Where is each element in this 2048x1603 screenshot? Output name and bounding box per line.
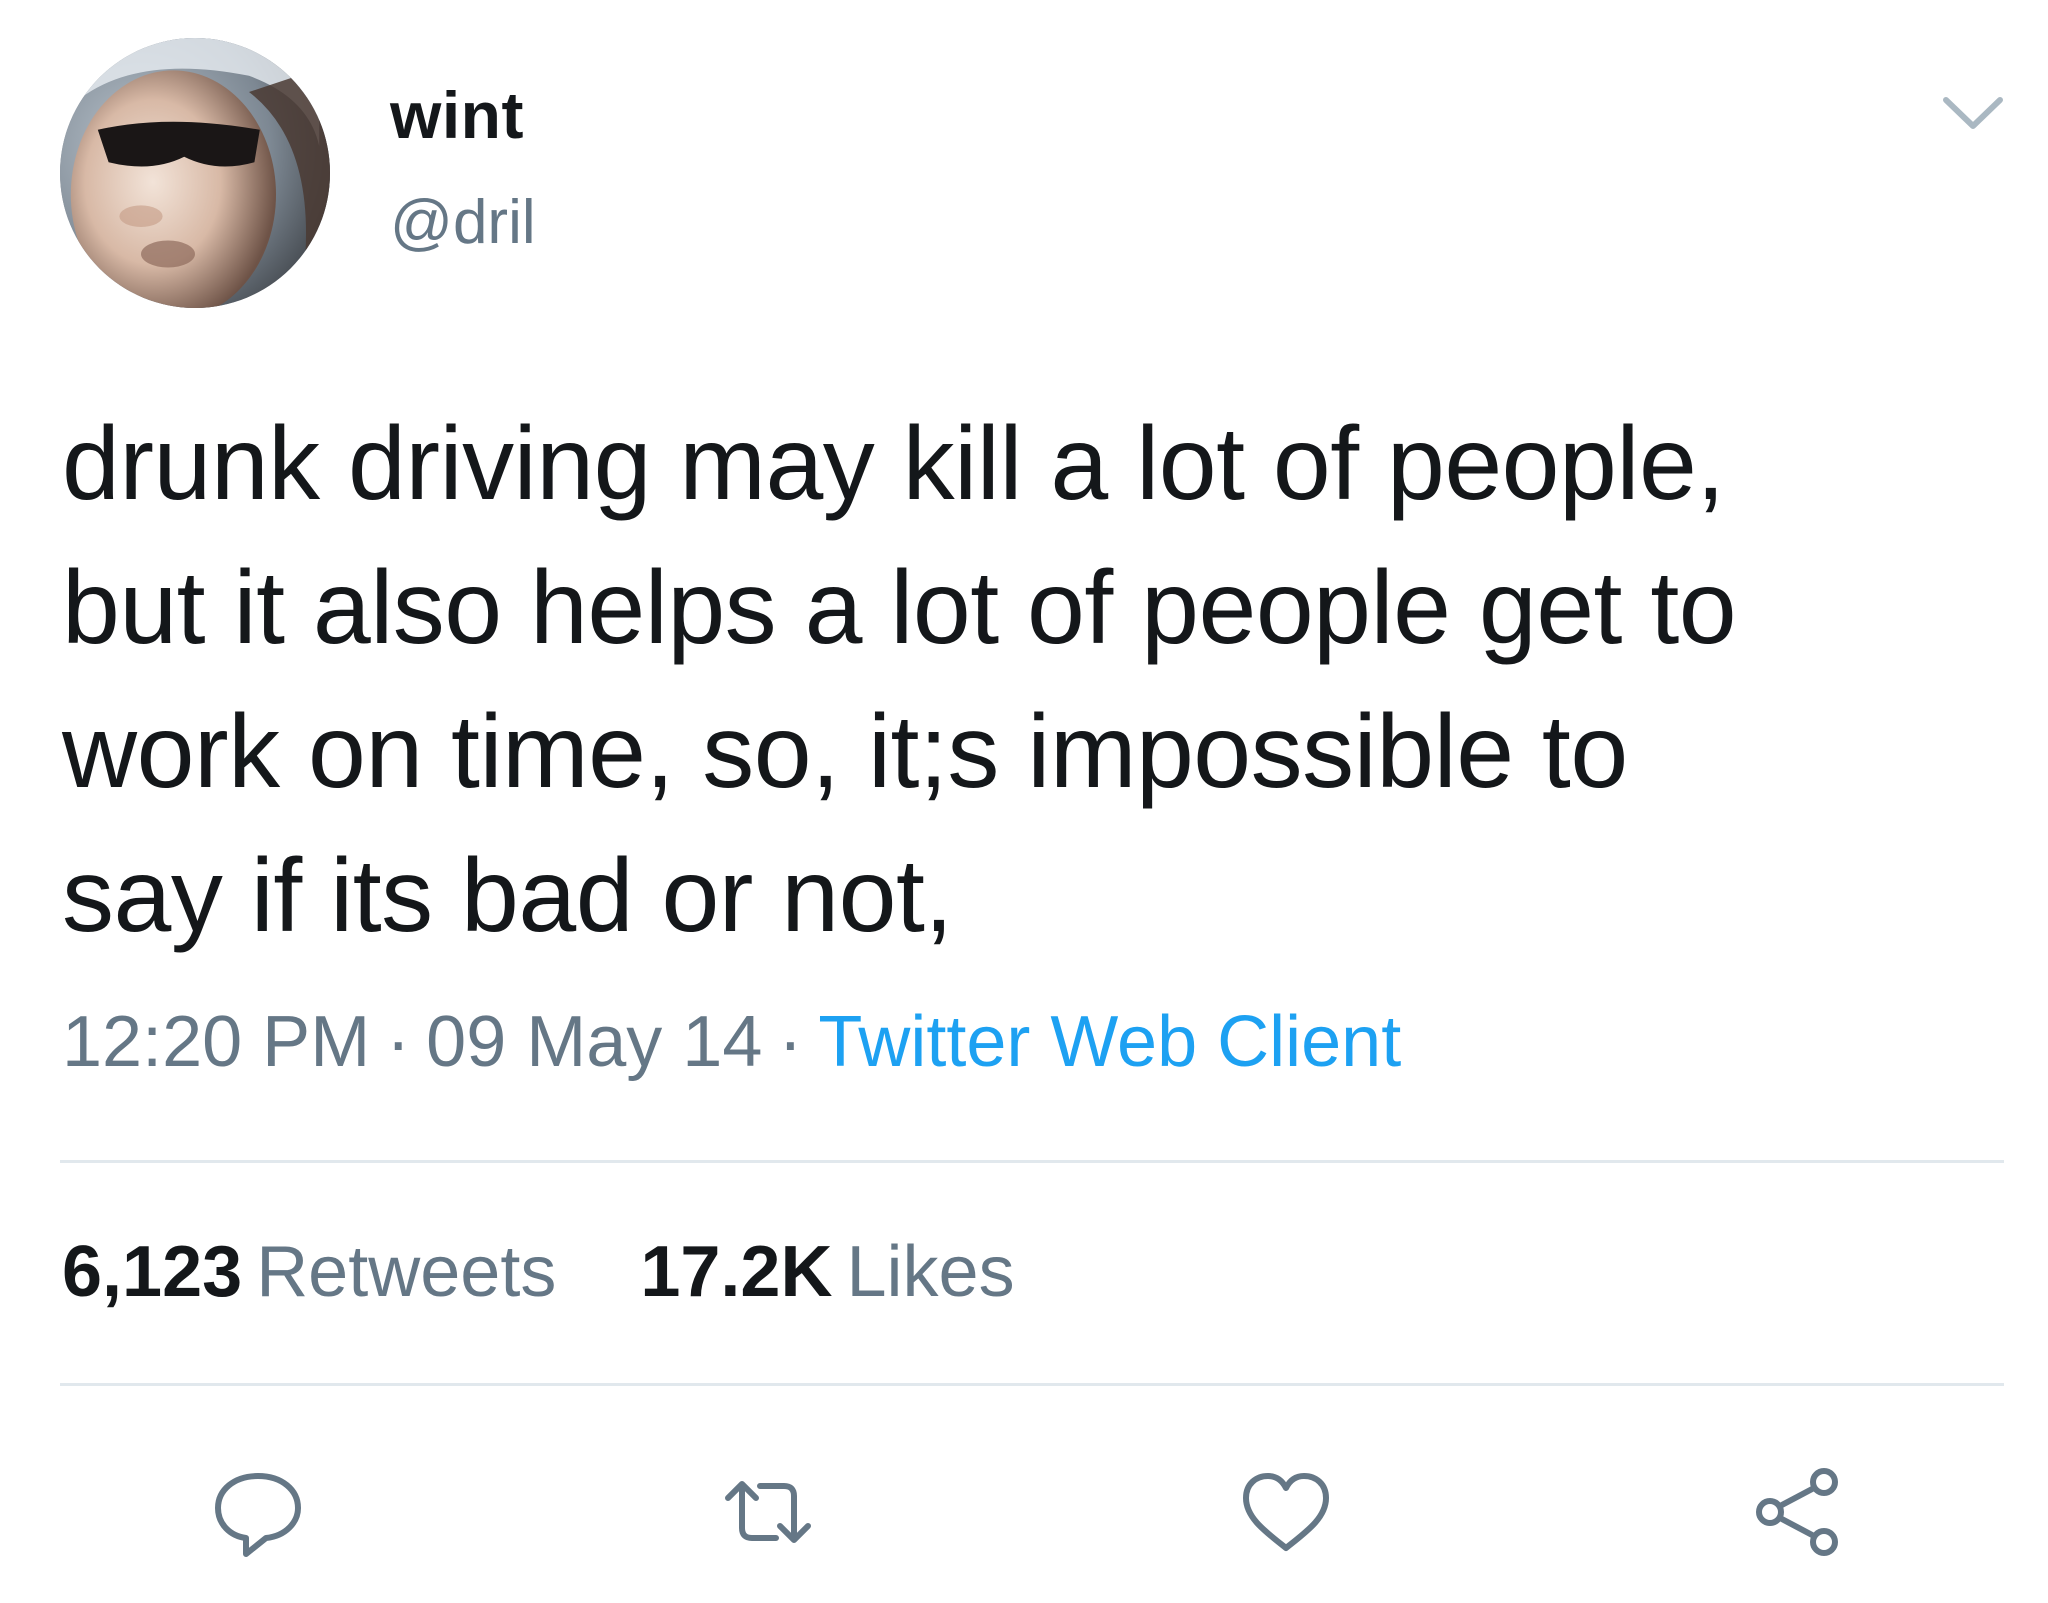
avatar-image xyxy=(60,38,330,308)
avatar[interactable] xyxy=(60,38,330,308)
meta-separator: · xyxy=(386,1002,411,1082)
tweet-meta: 12:20 PM · 09 May 14 · Twitter Web Client xyxy=(62,1006,1401,1078)
reply-icon[interactable] xyxy=(208,1462,308,1562)
likes-stat[interactable]: 17.2K Likes xyxy=(640,1236,1014,1308)
display-name[interactable]: wint xyxy=(390,82,524,148)
tweet-date: 09 May 14 xyxy=(426,1002,763,1082)
chevron-down-icon[interactable] xyxy=(1940,88,2006,138)
meta-separator: · xyxy=(778,1002,803,1082)
tweet-time: 12:20 PM xyxy=(62,1002,371,1082)
tweet-stats: 6,123 Retweets 17.2K Likes xyxy=(62,1236,1079,1308)
divider xyxy=(60,1160,2004,1163)
client-link[interactable]: Twitter Web Client xyxy=(818,1002,1401,1082)
retweet-icon[interactable] xyxy=(718,1462,818,1562)
likes-label: Likes xyxy=(846,1232,1015,1312)
retweets-count: 6,123 xyxy=(62,1232,243,1312)
share-icon[interactable] xyxy=(1748,1462,1848,1562)
like-icon[interactable] xyxy=(1236,1462,1336,1562)
tweet-card: wint @dril drunk driving may kill a lot … xyxy=(0,0,2048,1603)
likes-count: 17.2K xyxy=(640,1232,833,1312)
user-handle[interactable]: @dril xyxy=(390,192,536,254)
tweet-text: drunk driving may kill a lot of people, … xyxy=(62,406,1737,954)
action-bar xyxy=(0,1462,2048,1572)
retweets-stat[interactable]: 6,123 Retweets xyxy=(62,1236,556,1308)
divider xyxy=(60,1383,2004,1386)
retweets-label: Retweets xyxy=(256,1232,557,1312)
